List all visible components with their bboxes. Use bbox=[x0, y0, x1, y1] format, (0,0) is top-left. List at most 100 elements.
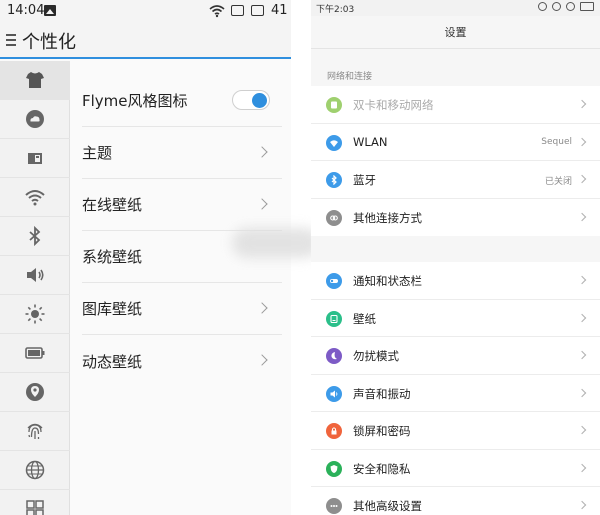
chevron-right-icon bbox=[577, 212, 587, 221]
list-item-theme[interactable]: 主题 bbox=[82, 127, 282, 179]
header-bar: 设置 bbox=[311, 16, 600, 49]
volume-icon bbox=[27, 268, 44, 282]
settings-item-notifications[interactable]: 通知和状态栏 bbox=[311, 262, 600, 300]
settings-screen: 下午2:03 设置 网络和连接 双卡和移动网络 WLAN Sequel 蓝牙 已… bbox=[311, 0, 600, 515]
settings-status-icon bbox=[552, 2, 561, 11]
settings-item-label: 安全和隐私 bbox=[353, 461, 411, 476]
list-item-online-wallpaper[interactable]: 在线壁纸 bbox=[82, 179, 282, 231]
wallpaper-icon bbox=[326, 310, 342, 327]
location-icon bbox=[26, 383, 44, 401]
settings-item-label: WLAN bbox=[353, 134, 388, 149]
flyme-icon-toggle[interactable] bbox=[232, 90, 270, 110]
bluetooth-icon bbox=[326, 172, 342, 188]
wifi-status-icon bbox=[566, 2, 575, 11]
sidebar-item-sound[interactable] bbox=[0, 256, 70, 295]
settings-item-label: 壁纸 bbox=[353, 311, 376, 326]
settings-item-label: 其他高级设置 bbox=[353, 499, 422, 513]
battery-status-icon bbox=[580, 2, 594, 11]
settings-item-label: 勿扰模式 bbox=[353, 349, 399, 363]
settings-item-other-connections[interactable]: 其他连接方式 bbox=[311, 199, 600, 237]
sound-icon bbox=[326, 385, 342, 402]
wlan-network-name: Sequel bbox=[541, 136, 572, 147]
settings-item-label: 双卡和移动网络 bbox=[353, 98, 434, 112]
chevron-right-icon bbox=[577, 350, 587, 360]
wifi-signal-icon bbox=[209, 5, 225, 18]
sidebar-item-bluetooth[interactable] bbox=[0, 217, 70, 256]
sim-status-icon-2 bbox=[251, 5, 264, 16]
list-item-label: 系统壁纸 bbox=[82, 248, 143, 266]
bluetooth-icon bbox=[29, 225, 41, 247]
settings-item-dual-sim[interactable]: 双卡和移动网络 bbox=[311, 86, 600, 124]
menu-icon[interactable] bbox=[6, 34, 16, 46]
sidebar-item-battery[interactable] bbox=[0, 334, 70, 373]
sidebar-item-location[interactable] bbox=[0, 373, 70, 412]
chevron-right-icon bbox=[577, 313, 587, 322]
tshirt-icon bbox=[26, 72, 44, 88]
sidebar-item-sim[interactable] bbox=[0, 139, 70, 178]
chevron-right-icon bbox=[577, 174, 587, 184]
settings-item-label: 锁屏和密码 bbox=[353, 424, 411, 438]
page-title: 设置 bbox=[444, 26, 467, 39]
sidebar-item-language[interactable] bbox=[0, 451, 70, 490]
category-sidebar bbox=[0, 61, 70, 515]
battery-level: 41 bbox=[271, 3, 288, 18]
sidebar-item-personalization[interactable] bbox=[0, 61, 70, 100]
list-item-flyme-icons[interactable]: Flyme风格图标 bbox=[82, 75, 282, 127]
device-settings-group: 通知和状态栏 壁纸 勿扰模式 声音和振动 锁屏和密码 安全和隐私 其他高级设置 bbox=[311, 262, 600, 515]
more-icon bbox=[326, 498, 342, 514]
sim-card-icon bbox=[28, 153, 42, 164]
status-icons bbox=[538, 2, 594, 11]
settings-item-lock-password[interactable]: 锁屏和密码 bbox=[311, 412, 600, 450]
settings-item-label: 其他连接方式 bbox=[353, 210, 422, 225]
list-item-gallery-wallpaper[interactable]: 图库壁纸 bbox=[82, 283, 282, 335]
settings-item-security-privacy[interactable]: 安全和隐私 bbox=[311, 450, 600, 487]
status-bar: 下午2:03 bbox=[311, 0, 600, 16]
sidebar-item-wifi[interactable] bbox=[0, 178, 70, 217]
brightness-icon bbox=[25, 304, 45, 324]
settings-item-bluetooth[interactable]: 蓝牙 已关闭 bbox=[311, 161, 600, 199]
chevron-right-icon bbox=[577, 463, 587, 472]
fingerprint-icon bbox=[27, 423, 43, 439]
sidebar-item-display[interactable] bbox=[0, 295, 70, 334]
chevron-right-icon bbox=[577, 388, 587, 397]
settings-item-wlan[interactable]: WLAN Sequel bbox=[311, 124, 600, 161]
settings-item-wallpaper[interactable]: 壁纸 bbox=[311, 300, 600, 337]
chevron-right-icon bbox=[577, 425, 587, 435]
image-notification-icon bbox=[44, 5, 56, 16]
page-title: 个性化 bbox=[22, 32, 76, 53]
globe-icon bbox=[25, 460, 45, 480]
settings-item-sound-vibration[interactable]: 声音和振动 bbox=[311, 375, 600, 412]
status-bar: 14:04 41 bbox=[0, 0, 291, 22]
status-time: 14:04 bbox=[7, 3, 45, 18]
sidebar-item-fingerprint[interactable] bbox=[0, 412, 70, 451]
chevron-right-icon bbox=[256, 302, 268, 314]
settings-item-label: 声音和振动 bbox=[353, 386, 411, 401]
chevron-right-icon bbox=[577, 99, 587, 109]
shield-icon bbox=[326, 460, 342, 477]
network-settings-group: 双卡和移动网络 WLAN Sequel 蓝牙 已关闭 其他连接方式 bbox=[311, 86, 600, 236]
sidebar-item-more[interactable] bbox=[0, 490, 70, 515]
list-item-label: 动态壁纸 bbox=[82, 352, 143, 371]
sidebar-item-cloud[interactable] bbox=[0, 100, 70, 139]
moon-icon bbox=[326, 348, 342, 364]
settings-item-do-not-disturb[interactable]: 勿扰模式 bbox=[311, 337, 600, 375]
blurred-watermark bbox=[232, 228, 320, 258]
header-bar: 个性化 bbox=[0, 22, 291, 59]
chevron-right-icon bbox=[256, 198, 268, 210]
bluetooth-status: 已关闭 bbox=[544, 177, 572, 187]
chevron-right-icon bbox=[256, 146, 268, 158]
cloud-icon bbox=[26, 110, 44, 128]
sim-icon bbox=[326, 97, 342, 113]
link-icon bbox=[326, 209, 342, 226]
list-item-live-wallpaper[interactable]: 动态壁纸 bbox=[82, 335, 282, 387]
chevron-right-icon bbox=[577, 500, 587, 510]
settings-item-advanced[interactable]: 其他高级设置 bbox=[311, 487, 600, 515]
chevron-right-icon bbox=[577, 137, 587, 146]
status-time: 下午2:03 bbox=[316, 5, 355, 15]
chevron-right-icon bbox=[256, 354, 268, 366]
settings-item-label: 蓝牙 bbox=[353, 173, 376, 187]
list-item-label: 主题 bbox=[82, 144, 113, 162]
settings-item-label: 通知和状态栏 bbox=[353, 274, 422, 288]
grid-icon bbox=[26, 500, 44, 515]
list-item-label: Flyme风格图标 bbox=[82, 92, 188, 110]
